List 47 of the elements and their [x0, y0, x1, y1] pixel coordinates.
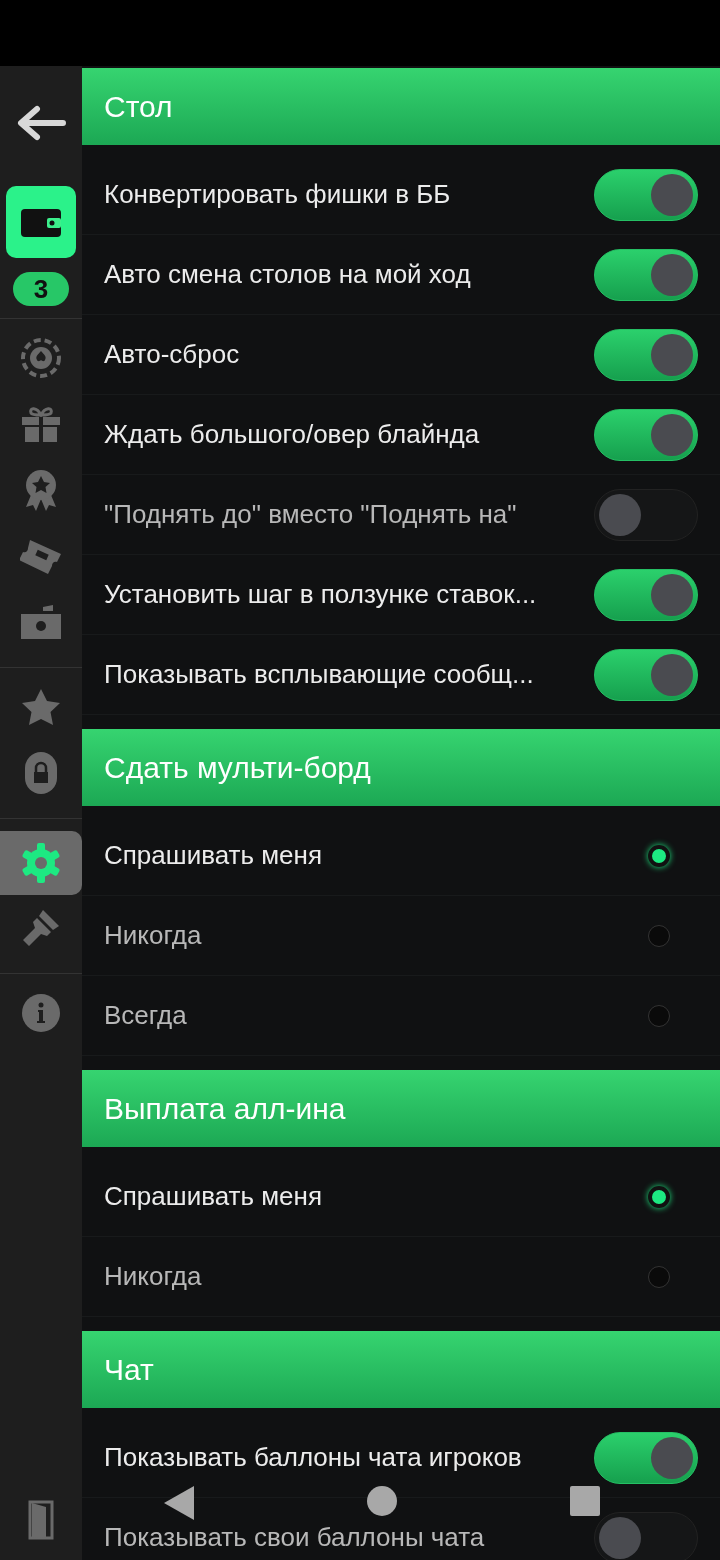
toggle-switch[interactable]	[594, 168, 698, 221]
setting-label: Авто смена столов на мой ход	[104, 259, 471, 290]
toggle-switch[interactable]	[594, 408, 698, 461]
toggle-switch[interactable]	[594, 1431, 698, 1484]
option-label: Спрашивать меня	[104, 1181, 323, 1212]
poker-chip-icon	[21, 338, 61, 378]
toggle-switch[interactable]	[594, 328, 698, 381]
setting-label: Авто-сброс	[104, 339, 240, 370]
wallet-count-badge: 3	[13, 272, 69, 306]
info-icon	[22, 994, 60, 1032]
toggle-switch[interactable]	[594, 568, 698, 621]
door-icon	[28, 1500, 54, 1540]
section-title: Сдать мульти-борд	[104, 750, 371, 785]
sidebar-item[interactable]	[0, 831, 82, 895]
setting-label: "Поднять до" вместо "Поднять на"	[104, 499, 517, 530]
lock-icon	[25, 752, 57, 794]
radio-button[interactable]	[648, 1265, 670, 1288]
section-title: Выплата алл-ина	[104, 1091, 346, 1126]
home-circle-icon[interactable]	[367, 1486, 397, 1516]
toggle-switch[interactable]	[594, 648, 698, 701]
star-icon	[21, 688, 61, 726]
back-arrow-icon	[15, 105, 67, 141]
toggle-switch[interactable]	[594, 1511, 698, 1560]
option-label: Всегда	[104, 1000, 187, 1031]
option-label: Никогда	[104, 1261, 202, 1292]
ticket-icon	[20, 538, 62, 574]
wallet-button[interactable]	[6, 186, 76, 258]
setting-label: Показывать баллоны чата игроков	[104, 1442, 522, 1473]
setting-label: Показывать свои баллоны чата	[104, 1522, 485, 1553]
setting-label: Ждать большого/овер блайнда	[104, 419, 480, 450]
radio-button[interactable]	[648, 924, 670, 947]
brush-icon	[21, 908, 61, 948]
radio-button[interactable]	[648, 1004, 670, 1027]
settings-icon	[20, 842, 62, 884]
back-triangle-icon[interactable]	[164, 1486, 194, 1520]
setting-label: Установить шаг в ползунке ставок...	[104, 579, 537, 610]
section-title: Чат	[104, 1352, 154, 1387]
option-label: Спрашивать меня	[104, 840, 323, 871]
toggle-switch[interactable]	[594, 248, 698, 301]
section-title: Стол	[104, 89, 173, 124]
setting-label: Конвертировать фишки в ББ	[104, 179, 451, 210]
option-label: Никогда	[104, 920, 202, 951]
medal-icon	[23, 469, 59, 511]
cash-icon	[21, 605, 61, 639]
setting-label: Показывать всплывающие сообщ...	[104, 659, 534, 690]
wallet-icon	[21, 207, 61, 237]
gift-icon	[21, 405, 61, 443]
